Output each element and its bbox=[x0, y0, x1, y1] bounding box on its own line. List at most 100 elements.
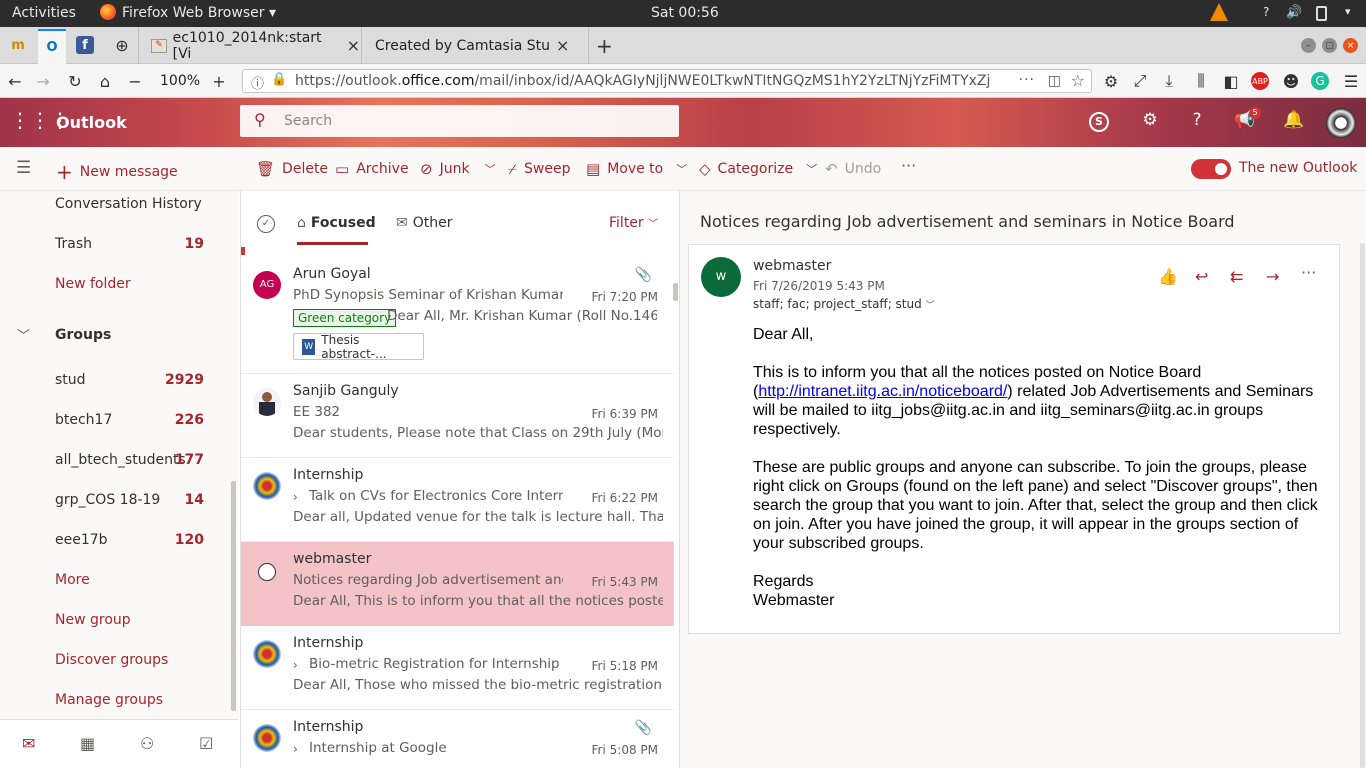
like-icon[interactable]: 👍 bbox=[1158, 267, 1178, 286]
zoom-in-icon[interactable]: + bbox=[208, 70, 230, 92]
folder-scrollbar[interactable] bbox=[231, 481, 236, 711]
app-menu[interactable]: Firefox Web Browser ▾ bbox=[122, 5, 276, 21]
forward-icon[interactable]: → bbox=[32, 70, 54, 92]
people-icon[interactable]: ⚇ bbox=[140, 734, 154, 753]
chevron-down-icon[interactable]: ﹀ bbox=[17, 325, 30, 344]
zoom-level[interactable]: 100% bbox=[160, 73, 200, 89]
pinned-tab-moodle-icon[interactable]: m bbox=[6, 33, 30, 57]
list-scrollbar[interactable] bbox=[673, 283, 678, 301]
system-menu-arrow-icon[interactable]: ▾ bbox=[1345, 5, 1351, 18]
category-tag[interactable]: Green category bbox=[293, 309, 397, 327]
list-item[interactable]: Sanjib Ganguly EE 382 Fri 6:39 PM Dear s… bbox=[241, 374, 674, 458]
chevron-down-icon[interactable]: ﹀ bbox=[485, 161, 496, 177]
discover-groups-link[interactable]: Discover groups bbox=[55, 652, 168, 668]
categorize-button[interactable]: ◇ Categorize ﹀ bbox=[699, 160, 817, 178]
junk-button[interactable]: ⊘ Junk ﹀ bbox=[420, 160, 496, 178]
help-icon[interactable]: ? bbox=[1263, 5, 1269, 19]
search-input[interactable]: ⚲ Search bbox=[240, 105, 679, 137]
zoom-out-icon[interactable]: − bbox=[124, 70, 146, 92]
group-btech17[interactable]: btech17 bbox=[55, 412, 112, 428]
groups-heading[interactable]: Groups bbox=[55, 327, 111, 343]
pinned-tab-globe-icon[interactable]: ⊕ bbox=[110, 33, 134, 57]
undo-button[interactable]: ↶ Undo bbox=[825, 160, 881, 178]
chevron-right-icon[interactable]: › bbox=[293, 658, 298, 672]
sidebar-icon[interactable]: ◧ bbox=[1220, 70, 1242, 92]
list-item[interactable]: AG Arun Goyal 📎 PhD Synopsis Seminar of … bbox=[241, 257, 674, 374]
tab-camtasia[interactable]: Created by Camtasia Stu × bbox=[361, 27, 589, 64]
extension-avatar-icon[interactable]: ☻ bbox=[1280, 70, 1302, 92]
tab-other[interactable]: ✉ Other bbox=[396, 215, 453, 231]
activities-button[interactable]: Activities bbox=[12, 5, 76, 21]
grammarly-icon[interactable]: G bbox=[1311, 72, 1329, 90]
library-icon[interactable]: ⫼ bbox=[1190, 70, 1212, 92]
sender-name[interactable]: webmaster bbox=[753, 258, 831, 274]
group-grp-cos[interactable]: grp_COS 18-19 bbox=[55, 492, 160, 508]
new-folder-link[interactable]: New folder bbox=[55, 276, 131, 292]
reply-icon[interactable]: ↩ bbox=[1195, 267, 1208, 286]
help-icon[interactable]: ? bbox=[1184, 110, 1210, 130]
skype-icon[interactable]: S bbox=[1089, 112, 1109, 132]
app-launcher-icon[interactable]: ⋮⋮⋮ bbox=[10, 108, 70, 132]
close-window-icon[interactable]: × bbox=[1343, 38, 1358, 53]
fullscreen-icon[interactable]: ⤢ bbox=[1129, 70, 1151, 92]
minimize-window-icon[interactable]: – bbox=[1301, 38, 1316, 53]
notifications-bell-icon[interactable]: 🔔 bbox=[1281, 110, 1307, 130]
list-item-selected[interactable]: webmaster Notices regarding Job advertis… bbox=[241, 542, 674, 626]
move-to-button[interactable]: ▤ Move to ﹀ bbox=[586, 160, 687, 178]
maximize-window-icon[interactable]: ▢ bbox=[1322, 38, 1337, 53]
mail-icon[interactable]: ✉ bbox=[22, 734, 35, 753]
navigation-toggle-icon[interactable]: ☰ bbox=[16, 158, 31, 178]
forward-icon[interactable]: → bbox=[1266, 267, 1279, 286]
tasks-icon[interactable]: ☑ bbox=[199, 734, 213, 753]
new-tab-icon[interactable]: + bbox=[596, 34, 613, 58]
delete-button[interactable]: 🗑 Delete bbox=[256, 160, 328, 178]
chevron-down-icon[interactable]: ﹀ bbox=[676, 161, 687, 177]
group-stud[interactable]: stud bbox=[55, 372, 86, 388]
group-all-btech-students[interactable]: all_btech_students bbox=[55, 452, 186, 468]
close-tab-icon[interactable]: × bbox=[556, 36, 569, 55]
archive-button[interactable]: ▭ Archive bbox=[335, 160, 409, 178]
info-icon[interactable]: ⓘ bbox=[251, 73, 264, 92]
reply-all-icon[interactable]: ⇇ bbox=[1230, 267, 1243, 286]
settings-gear-icon[interactable]: ⚙ bbox=[1100, 70, 1122, 92]
volume-icon[interactable]: 🔊 bbox=[1286, 5, 1302, 20]
battery-icon[interactable] bbox=[1316, 6, 1327, 21]
pocket-icon[interactable]: ◫ bbox=[1048, 73, 1061, 89]
filter-button[interactable]: Filter ﹀ bbox=[609, 215, 658, 231]
more-options-icon[interactable]: ··· bbox=[1301, 263, 1316, 282]
tab-wiki[interactable]: ✎ ec1010_2014nk:start [Vi × bbox=[138, 27, 360, 64]
vlc-icon[interactable] bbox=[1210, 3, 1228, 21]
list-item[interactable]: Internship › Talk on CVs for Electronics… bbox=[241, 458, 674, 542]
downloads-icon[interactable]: ⤓ bbox=[1158, 70, 1180, 92]
adblock-icon[interactable]: ABP bbox=[1251, 72, 1269, 90]
folder-conversation-history[interactable]: Conversation History bbox=[55, 196, 202, 212]
new-message-button[interactable]: + New message bbox=[56, 160, 178, 184]
chevron-down-icon[interactable]: ﹀ bbox=[806, 161, 817, 177]
more-actions-icon[interactable]: ··· bbox=[901, 156, 916, 175]
menu-icon[interactable]: ☰ bbox=[1340, 70, 1362, 92]
home-icon[interactable]: ⌂ bbox=[94, 70, 116, 92]
select-all-checkbox[interactable]: ✓ bbox=[257, 215, 275, 233]
reading-scrollbar[interactable] bbox=[1360, 243, 1365, 768]
more-groups-link[interactable]: More bbox=[55, 572, 90, 588]
profile-avatar[interactable] bbox=[1326, 108, 1356, 138]
list-item[interactable]: Internship 📎 › Internship at Google Fri … bbox=[241, 710, 674, 768]
manage-groups-link[interactable]: Manage groups bbox=[55, 692, 163, 708]
attachment-chip[interactable]: W Thesis abstract-... bbox=[293, 333, 424, 361]
reload-icon[interactable]: ↻ bbox=[64, 70, 86, 92]
sender-avatar[interactable]: w bbox=[701, 257, 741, 297]
chevron-right-icon[interactable]: › bbox=[293, 742, 298, 756]
group-eee17b[interactable]: eee17b bbox=[55, 532, 108, 548]
tab-focused[interactable]: ⌂ Focused bbox=[297, 215, 376, 231]
page-actions-icon[interactable]: ··· bbox=[1012, 72, 1035, 88]
recipients[interactable]: staff; fac; project_staff; stud ﹀ bbox=[753, 297, 935, 311]
folder-trash[interactable]: Trash bbox=[55, 236, 92, 252]
chevron-right-icon[interactable]: › bbox=[293, 490, 298, 504]
select-checkbox[interactable] bbox=[258, 563, 276, 581]
pinned-tab-outlook-icon[interactable]: O bbox=[38, 29, 66, 64]
sweep-button[interactable]: ⌿ Sweep bbox=[508, 160, 570, 178]
calendar-icon[interactable]: ▦ bbox=[80, 734, 95, 753]
new-outlook-toggle[interactable] bbox=[1191, 159, 1231, 179]
pinned-tab-facebook-icon[interactable]: f bbox=[76, 36, 94, 54]
back-icon[interactable]: ← bbox=[4, 70, 26, 92]
